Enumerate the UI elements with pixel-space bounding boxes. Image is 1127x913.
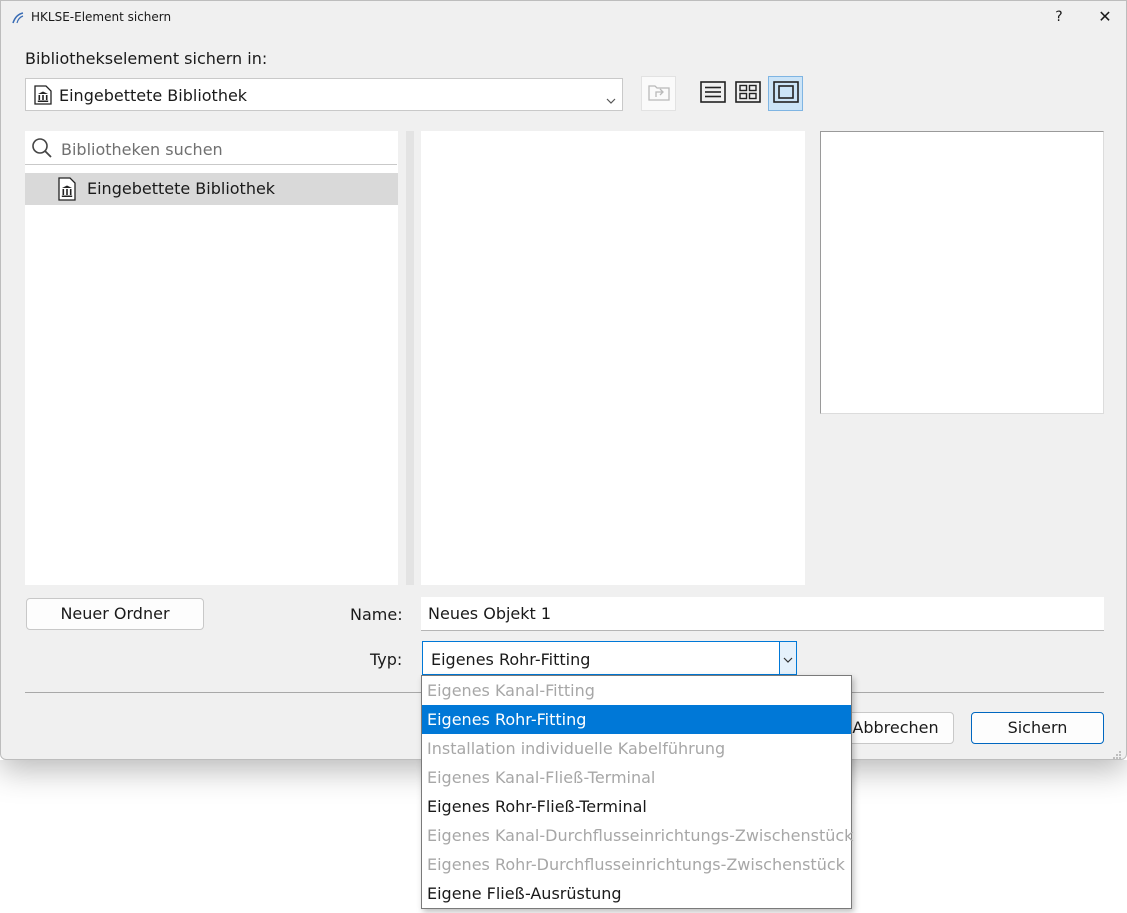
- title-bar: HKLSE-Element sichern ? ✕: [1, 1, 1126, 33]
- type-select-value: Eigenes Rohr-Fitting: [431, 650, 591, 669]
- type-option[interactable]: Eigene Fließ-Ausrüstung: [422, 879, 851, 908]
- cancel-button[interactable]: Abbrechen: [837, 712, 954, 744]
- type-label: Typ:: [370, 650, 403, 669]
- help-button[interactable]: ?: [1051, 7, 1067, 27]
- save-location-value: Eingebettete Bibliothek: [59, 86, 248, 105]
- type-dropdown-list: Eigenes Kanal-Fitting Eigenes Rohr-Fitti…: [421, 675, 854, 909]
- type-option: Eigenes Kanal-Fitting: [427, 681, 595, 700]
- type-option: Installation individuelle Kabelführung: [427, 739, 726, 758]
- panel-splitter[interactable]: [406, 131, 414, 585]
- list-view-icon: [699, 80, 726, 107]
- window-title: HKLSE-Element sichern: [31, 10, 172, 24]
- save-location-label: Bibliothekselement sichern in:: [25, 49, 268, 68]
- preview-view-button[interactable]: [768, 76, 803, 111]
- up-folder-icon: [647, 82, 671, 106]
- type-option[interactable]: Eigenes Rohr-Fitting: [422, 705, 851, 734]
- preview-pane: [820, 131, 1104, 414]
- close-button[interactable]: ✕: [1095, 7, 1115, 27]
- up-folder-button[interactable]: [641, 76, 676, 111]
- list-view-button[interactable]: [695, 76, 730, 111]
- library-building-icon: [58, 177, 76, 205]
- library-search-input[interactable]: [59, 137, 383, 161]
- type-option: Eigenes Kanal-Fließ-Terminal: [427, 768, 656, 787]
- search-icon: [31, 137, 53, 163]
- save-dialog: HKLSE-Element sichern ? ✕ Bibliotheksele…: [0, 0, 1127, 760]
- grid-view-button[interactable]: [730, 76, 765, 111]
- chevron-down-icon: [606, 90, 616, 109]
- type-option[interactable]: Eigenes Rohr-Fließ-Terminal: [422, 792, 851, 821]
- folder-contents-panel[interactable]: [421, 131, 805, 585]
- library-building-icon: [34, 85, 52, 109]
- resize-grip-icon[interactable]: [1112, 745, 1122, 764]
- grid-view-icon: [734, 80, 761, 107]
- preview-view-icon: [772, 80, 799, 107]
- type-option: Eigenes Kanal-Durchflusseinrichtungs-Zwi…: [427, 826, 854, 845]
- new-folder-button[interactable]: Neuer Ordner: [26, 598, 204, 630]
- tree-item-embedded-library[interactable]: Eingebettete Bibliothek: [25, 173, 398, 205]
- save-button[interactable]: Sichern: [971, 712, 1104, 744]
- chevron-down-icon: [783, 649, 793, 668]
- type-select[interactable]: Eigenes Rohr-Fitting: [422, 641, 797, 675]
- name-label: Name:: [350, 605, 403, 624]
- save-location-combo[interactable]: Eingebettete Bibliothek: [25, 78, 623, 111]
- library-search-box: [25, 131, 397, 165]
- type-option: Eigenes Rohr-Durchflusseinrichtungs-Zwis…: [427, 855, 845, 874]
- name-input[interactable]: [421, 597, 1104, 631]
- tree-item-label: Eingebettete Bibliothek: [87, 179, 276, 198]
- archicad-logo-icon: [11, 10, 25, 29]
- type-dropdown-button[interactable]: [779, 642, 796, 674]
- library-tree-panel: Eingebettete Bibliothek: [25, 131, 398, 585]
